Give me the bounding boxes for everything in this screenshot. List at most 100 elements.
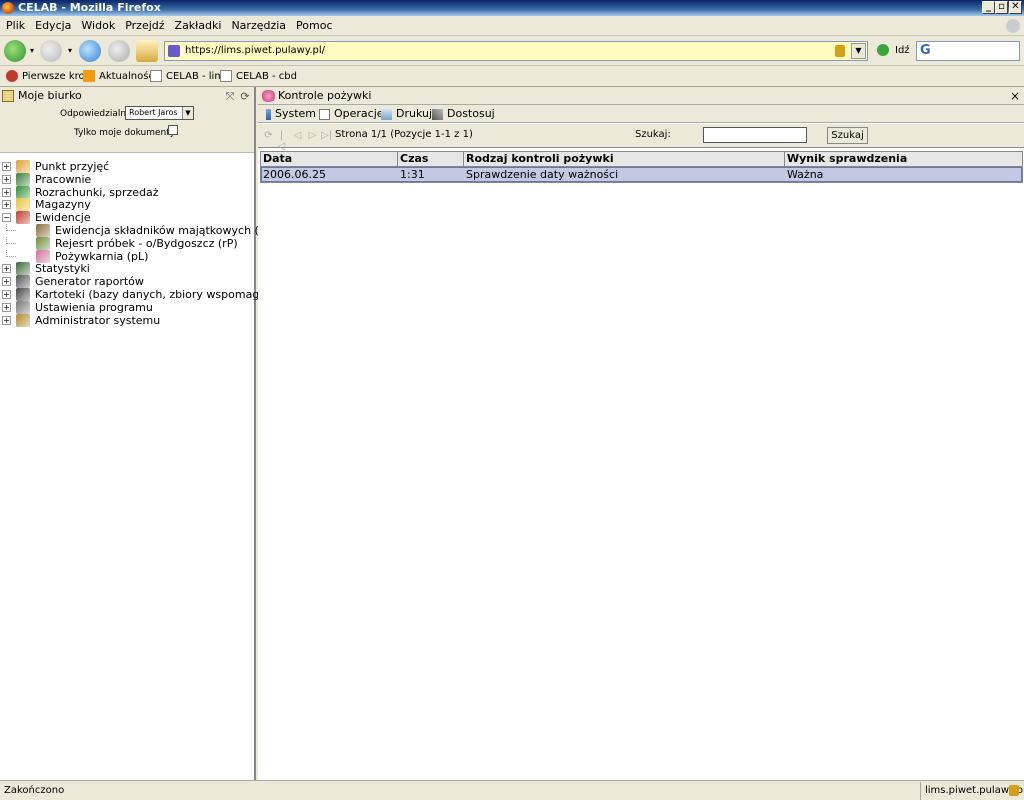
prev-page-icon[interactable]: ◁ [292,130,303,141]
left-panel-header: Moje biurko ⤧ ⟳ Odpowiedzialny: Robert J… [0,87,254,153]
table-header: Data Czas Rodzaj kontroli pożywki Wynik … [261,152,1022,167]
menu-przejdz[interactable]: Przejdź [120,16,169,36]
expand-icon[interactable]: + [2,264,11,274]
window-titlebar: CELAB - Mozilla Firefox _ ▫ ✕ [0,0,1024,16]
reload-icon[interactable] [79,40,101,62]
tree-item[interactable]: Rejesrt próbek - o/Bydgoszcz (rP) [2,236,254,250]
tree-item-label: Administrator systemu [35,313,161,327]
expand-icon[interactable]: + [2,174,11,184]
menu-edycja[interactable]: Edycja [30,16,76,36]
expand-icon[interactable]: + [2,187,11,197]
workers-icon [16,172,30,186]
minimize-button[interactable]: _ [982,1,995,14]
search-input[interactable]: G [916,41,1020,61]
grid-search-input[interactable] [703,127,807,143]
forward-dropdown-icon[interactable]: ▾ [68,46,72,55]
expand-icon[interactable]: + [2,162,11,171]
page-icon [220,70,232,82]
tree-item[interactable]: + Ustawienia programu [2,300,254,314]
right-panel-title: Kontrole pożywki [278,89,372,102]
column-header-data[interactable]: Data [261,152,398,167]
last-page-icon[interactable]: ▷| [321,130,332,141]
menu-widok[interactable]: Widok [76,16,120,36]
bookmark-aktualnosci[interactable]: Aktualności [83,67,157,87]
tree-item[interactable]: Pożywkarnia (pL) [2,249,254,263]
forward-icon[interactable] [40,40,62,62]
padlock-icon[interactable] [1009,785,1019,796]
tree-item-label: Kartoteki (bazy danych, zbiory wspomagaj… [35,288,293,301]
tree-item[interactable]: + Generator raportów [2,275,254,289]
money-icon [16,185,30,199]
tree-item[interactable]: + Rozrachunki, sprzedaż [2,185,254,199]
url-dropdown-button[interactable]: ▼ [851,43,866,59]
chevron-down-icon[interactable]: ▼ [182,107,193,119]
responsible-label: Odpowiedzialny: [60,109,134,119]
tree-item[interactable]: Ewidencja składników majątkowych (eL) [2,224,276,237]
table-row[interactable]: 2006.06.25 1:31 Sprawdzenie daty ważnośc… [261,167,1022,182]
tree-item[interactable]: + Administrator systemu [2,313,254,327]
maximize-button[interactable]: ▫ [995,1,1008,14]
tools-icon [16,300,30,314]
first-page-icon[interactable]: |◁ [276,130,287,152]
bookmark-celab-cbd[interactable]: CELAB - cbd [220,67,297,87]
menu-drukuj[interactable]: Drukuj [381,105,432,123]
go-icon [877,44,889,56]
close-window-button[interactable]: ✕ [1009,1,1022,14]
column-header-rodzaj[interactable]: Rodzaj kontroli pożywki [464,152,785,167]
collapse-icon[interactable]: − [2,213,11,223]
collapse-icon[interactable]: ⤧ [224,91,236,103]
tree-item[interactable]: + Statystyki [2,262,254,276]
tree-item-label: Statystyki [35,262,90,276]
only-mine-checkbox[interactable] [168,125,178,135]
printer-icon [381,108,392,120]
search-label: Szukaj: [635,129,671,140]
right-panel: Kontrole pożywki × System Operacje Druku… [258,87,1024,780]
refresh-icon[interactable]: ⟳ [239,91,251,103]
tree-item[interactable]: + Punkt przyjęć [2,160,254,173]
desk-icon [2,90,14,102]
url-field[interactable]: https://lims.piwet.pulawy.pl/ ▼ [164,41,868,61]
go-button[interactable]: Idź [877,43,910,59]
expand-icon[interactable]: + [2,200,11,210]
tree-item-label: Magazyny [35,198,91,212]
column-header-czas[interactable]: Czas [398,152,464,167]
tree-item-label: Pożywkarnia (pL) [55,249,149,263]
menu-zakladki[interactable]: Zakładki [170,16,227,36]
back-dropdown-icon[interactable]: ▾ [30,46,34,55]
tree-item[interactable]: − Ewidencje [2,211,254,225]
responsible-select[interactable]: Robert Jaros ▼ [125,106,194,120]
firefox-icon [2,2,14,14]
stop-icon[interactable] [108,40,130,62]
tools-icon [432,108,443,120]
refresh-icon[interactable]: ⟳ [263,130,274,141]
tree-item[interactable]: + Kartoteki (bazy danych, zbiory wspomaga… [2,288,293,301]
bookmark-pierwsze-kroki[interactable]: Pierwsze kroki [6,67,93,87]
pager-toolbar: ⟳ |◁ ◁ ▷ ▷| Strona 1/1 (Pozycje 1-1 z 1)… [258,124,1024,152]
rss-icon [83,70,95,82]
close-panel-button[interactable]: × [1010,87,1020,105]
tree-connector [6,224,16,231]
back-icon[interactable] [4,40,26,62]
tree-item[interactable]: + Pracownie [2,172,254,186]
menu-narzedzia[interactable]: Narzędzia [226,16,291,36]
menu-plik[interactable]: Plik [0,16,30,36]
padlock-icon[interactable] [835,45,845,57]
grid-search-button[interactable]: Szukaj [827,127,868,144]
home-icon[interactable] [136,40,158,62]
go-label: Idź [895,45,910,56]
menu-pomoc[interactable]: Pomoc [291,16,337,36]
column-header-wynik[interactable]: Wynik sprawdzenia [785,152,1024,167]
menu-system[interactable]: System [266,105,316,123]
expand-icon[interactable]: + [2,302,11,312]
tree-item-label: Ewidencja składników majątkowych (eL) [55,224,277,237]
expand-icon[interactable]: + [2,290,11,299]
menu-operacje[interactable]: Operacje [319,105,384,123]
expand-icon[interactable]: + [2,277,11,287]
only-mine-label: Tylko moje dokumenty: [74,128,178,138]
expand-icon[interactable]: + [2,315,11,325]
menu-bar: Plik Edycja Widok Przejdź Zakładki Narzędzia P… [0,16,1024,36]
tree-item[interactable]: + Magazyny [2,198,254,212]
next-page-icon[interactable]: ▷ [307,130,318,141]
bookmark-celab-lims[interactable]: CELAB - lims [150,67,229,87]
menu-dostosuj[interactable]: Dostosuj [432,105,495,123]
